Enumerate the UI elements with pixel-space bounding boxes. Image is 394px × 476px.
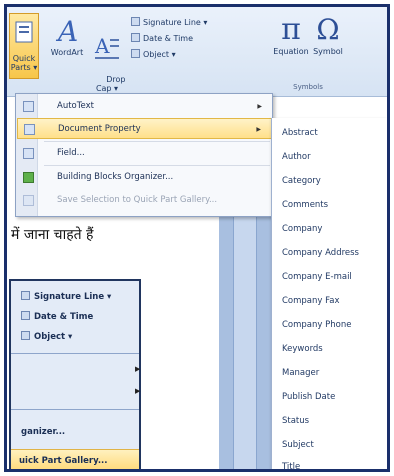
object-icon: [21, 331, 30, 340]
screenshot-frame: Quick Parts ▾ A WordArt A Drop Cap ▾ Sig…: [4, 4, 390, 472]
save-selection-icon: [23, 195, 34, 206]
calendar-icon: [21, 311, 30, 320]
submenu-arrow-icon: ▶: [257, 103, 262, 110]
menu-item-field[interactable]: Field...: [17, 143, 272, 164]
signature-line-label: Signature Line ▾: [143, 18, 208, 27]
signature-line-button[interactable]: Signature Line ▾: [131, 17, 207, 27]
submenu-item-author[interactable]: Author: [282, 152, 311, 162]
quick-parts-button[interactable]: Quick Parts ▾: [9, 13, 39, 79]
autotext-icon: [23, 101, 34, 112]
inset-panel: Signature Line ▾ Date & Time Object ▾ ▶ …: [9, 279, 141, 469]
submenu-arrow-icon: ▶: [135, 387, 141, 395]
menu-item-label: Document Property: [58, 124, 141, 134]
submenu-item-company-phone[interactable]: Company Phone: [282, 320, 351, 330]
omega-icon: Ω: [316, 13, 340, 46]
svg-text:A: A: [55, 15, 78, 45]
building-blocks-icon: [23, 172, 34, 183]
equation-button[interactable]: π Equation: [273, 12, 309, 57]
menu-item-building-blocks-organizer[interactable]: Building Blocks Organizer...: [17, 167, 272, 188]
wordart-label: WordArt: [50, 48, 84, 57]
menu-item-label: Building Blocks Organizer...: [57, 172, 174, 182]
date-time-button[interactable]: Date & Time: [131, 33, 193, 43]
panel-object-label: Object ▾: [34, 332, 73, 342]
signature-icon: [21, 291, 30, 300]
quick-parts-icon: [15, 21, 33, 43]
symbol-label: Symbol: [313, 47, 343, 56]
menu-separator: [44, 141, 270, 142]
wordart-icon: A: [55, 15, 78, 45]
quick-parts-label: Quick Parts ▾: [10, 54, 38, 72]
submenu-item-manager[interactable]: Manager: [282, 368, 319, 378]
wordart-button[interactable]: A WordArt: [47, 15, 87, 57]
submenu-arrow-icon: ▶: [256, 126, 261, 133]
submenu-item-category[interactable]: Category: [282, 176, 321, 186]
panel-signature-line[interactable]: Signature Line ▾: [21, 291, 111, 302]
svg-text:A: A: [94, 34, 110, 58]
submenu-item-company-email[interactable]: Company E-mail: [282, 272, 352, 282]
equation-label: Equation: [273, 47, 309, 56]
signature-icon: [131, 17, 140, 26]
document-property-submenu: Abstract Author Category Comments Compan…: [271, 118, 387, 469]
submenu-arrow-icon: ▶: [135, 365, 141, 373]
panel-separator: [11, 409, 139, 410]
dropcap-button[interactable]: A Drop Cap ▾: [91, 15, 126, 102]
field-icon: [23, 148, 34, 159]
panel-object[interactable]: Object ▾: [21, 331, 72, 342]
menu-item-label: Save Selection to Quick Part Gallery...: [57, 195, 218, 205]
dropcap-label: Drop Cap ▾: [95, 75, 126, 93]
object-icon: [131, 49, 140, 58]
submenu-item-company[interactable]: Company: [282, 224, 322, 234]
submenu-item-abstract[interactable]: Abstract: [282, 128, 318, 138]
document-property-icon: [24, 124, 35, 135]
ribbon: Quick Parts ▾ A WordArt A Drop Cap ▾ Sig…: [7, 7, 387, 97]
menu-separator: [44, 165, 270, 166]
panel-organizer[interactable]: ganizer...: [21, 427, 65, 437]
object-label: Object ▾: [143, 50, 176, 59]
submenu-item-comments[interactable]: Comments: [282, 200, 328, 210]
menu-item-autotext[interactable]: AutoText ▶: [17, 96, 272, 117]
panel-date-time[interactable]: Date & Time: [21, 311, 93, 322]
panel-separator: [11, 353, 139, 354]
submenu-item-company-address[interactable]: Company Address: [282, 248, 359, 258]
menu-item-document-property[interactable]: Document Property ▶: [17, 118, 272, 139]
menu-item-label: Field...: [57, 148, 85, 158]
submenu-item-company-fax[interactable]: Company Fax: [282, 296, 340, 306]
dropcap-icon: A: [94, 34, 119, 59]
menu-item-save-selection[interactable]: Save Selection to Quick Part Gallery...: [17, 190, 272, 211]
calendar-icon: [131, 33, 140, 42]
symbol-button[interactable]: Ω Symbol: [311, 13, 345, 56]
menu-item-label: AutoText: [57, 101, 94, 111]
submenu-item-title[interactable]: Title: [282, 462, 300, 469]
document-text: में जाना चाहते हैं: [11, 227, 94, 243]
date-time-label: Date & Time: [143, 34, 194, 43]
object-button[interactable]: Object ▾: [131, 49, 176, 59]
quick-parts-menu: AutoText ▶ Document Property ▶ Field... …: [15, 93, 273, 217]
submenu-item-publish-date[interactable]: Publish Date: [282, 392, 335, 402]
pi-icon: π: [281, 12, 301, 47]
submenu-item-keywords[interactable]: Keywords: [282, 344, 323, 354]
symbols-group-label: Symbols: [293, 83, 323, 91]
panel-date-time-label: Date & Time: [34, 312, 94, 322]
submenu-item-status[interactable]: Status: [282, 416, 309, 426]
panel-signature-label: Signature Line ▾: [34, 292, 112, 302]
panel-quick-part-gallery[interactable]: uick Part Gallery...: [11, 449, 139, 469]
submenu-item-subject[interactable]: Subject: [282, 440, 314, 450]
